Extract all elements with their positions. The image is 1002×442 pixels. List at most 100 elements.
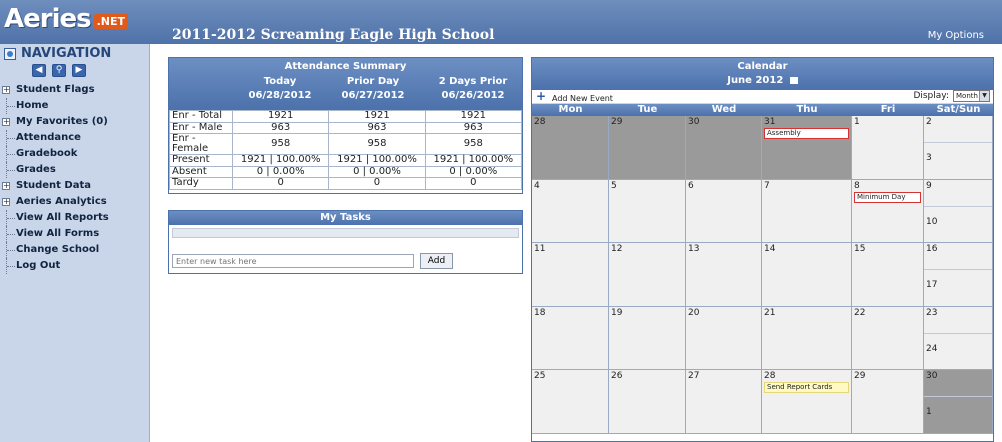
calendar-day-cell[interactable]: 26 [609,370,686,434]
expand-icon[interactable]: + [2,198,10,206]
nav-item-label: View All Forms [16,228,100,239]
calendar-day-cell[interactable]: 8 Minimum Day [852,179,924,243]
nav-item-home[interactable]: Home [0,98,150,114]
day-number: 19 [611,307,623,318]
calendar-day-cell[interactable]: 25 [532,370,609,434]
column-date: 06/27/2012 [341,90,405,101]
expand-icon[interactable]: + [2,182,10,190]
calendar-day-cell[interactable]: 3 [924,142,992,179]
navigation-heading-label: NAVIGATION [21,46,112,61]
weekday-mon: Mon [558,104,583,115]
column-date: 06/28/2012 [248,90,312,101]
calendar-day-cell[interactable]: 10 [924,205,992,242]
calendar-day-cell[interactable]: 1 [852,116,924,180]
day-number: 4 [534,180,540,191]
table-cell: 0 [231,177,330,190]
calendar-day-cell[interactable]: 14 [762,243,852,307]
nav-item-label: Change School [16,244,100,255]
nav-item-aeries-analytics[interactable]: + Aeries Analytics [0,194,150,210]
calendar-day-cell[interactable]: 30 [686,116,762,180]
calendar-day-cell[interactable]: 28 Send Report Cards [762,370,852,434]
nav-item-grades[interactable]: Grades [0,162,150,178]
calendar-day-cell[interactable]: 4 [532,179,609,243]
calendar-day-cell[interactable]: 9 [924,179,992,206]
row-label: Absent [169,165,233,178]
add-task-button[interactable]: Add [420,253,453,269]
display-select[interactable]: Month ▼ [953,90,990,102]
calendar-day-cell[interactable]: 16 [924,243,992,270]
calendar-event[interactable]: Send Report Cards [764,382,849,393]
add-new-event-link[interactable]: Add New Event [552,94,613,103]
calendar-picker-icon[interactable] [789,76,798,84]
calendar-day-cell[interactable]: 28 [532,116,609,180]
calendar-day-cell[interactable]: 5 [609,179,686,243]
calendar-day-cell[interactable]: 21 [762,306,852,370]
calendar-day-cell[interactable]: 15 [852,243,924,307]
calendar-day-cell[interactable]: 20 [686,306,762,370]
calendar-day-cell[interactable]: 24 [924,332,992,369]
table-cell: 0 [424,177,523,190]
aeries-logo[interactable]: Aeries .NET [4,4,129,34]
nav-item-attendance[interactable]: Attendance [0,130,150,146]
calendar-day-cell[interactable]: 27 [686,370,762,434]
nav-item-view-all-reports[interactable]: View All Reports [0,210,150,226]
table-cell: 0 | 0.00% [328,165,426,178]
calendar-day-cell[interactable]: 23 [924,306,992,333]
column-label: Prior Day [346,76,400,87]
display-label: Display: [913,91,949,101]
table-cell: 0 | 0.00% [424,165,523,178]
attendance-table: Enr - Total 1921 1921 1921 Enr - Male 963 963 9… [169,110,523,190]
expand-icon[interactable]: + [2,118,10,126]
new-task-input[interactable] [172,254,414,268]
calendar-event[interactable]: Minimum Day [854,191,921,203]
table-row: Enr - Total 1921 1921 1921 [169,110,523,123]
nav-item-student-flags[interactable]: + Student Flags [0,82,150,98]
my-options-link[interactable]: My Options [928,30,984,41]
calendar-day-cell[interactable]: 18 [532,306,609,370]
attendance-title: Attendance Summary [284,61,407,72]
table-cell: 963 [328,121,426,134]
calendar-day-cell[interactable]: 29 [609,116,686,180]
calendar-day-cell[interactable]: 31 Assembly [762,116,852,180]
calendar-event[interactable]: Assembly [764,128,849,139]
day-number: 29 [854,371,866,381]
row-label: Enr - Female [169,133,233,155]
navigation-list: + Student Flags Home + My Favorites (0) Atten… [0,82,150,274]
weekend-cell: 23 [924,116,993,180]
nav-item-view-all-forms[interactable]: View All Forms [0,226,150,242]
nav-item-label: Student Data [16,180,91,191]
nav-item-gradebook[interactable]: Gradebook [0,146,150,162]
next-icon[interactable]: ▶ [72,64,86,77]
day-number: 29 [611,117,623,127]
nav-item-student-data[interactable]: + Student Data [0,178,150,194]
calendar-day-cell[interactable]: 11 [532,243,609,307]
calendar-day-cell[interactable]: 6 [686,179,762,243]
nav-item-label: Attendance [16,132,81,143]
calendar-day-cell[interactable]: 12 [609,243,686,307]
search-icon[interactable]: ⚲ [52,64,66,77]
weekday-fri: Fri [880,104,896,115]
previous-icon[interactable]: ◀ [32,64,46,77]
calendar-day-cell[interactable]: 30 [924,370,992,397]
nav-item-my-favorites-0[interactable]: + My Favorites (0) [0,114,150,130]
display-select-value: Month [956,92,978,100]
calendar-day-cell[interactable]: 17 [924,269,992,306]
expand-icon[interactable]: + [2,86,10,94]
calendar-day-cell[interactable]: 19 [609,306,686,370]
calendar-day-cell[interactable]: 13 [686,243,762,307]
add-event-icon[interactable]: + [536,90,546,102]
calendar-grid: 28 29 30 31 Assembly 1 2 3 4 5 6 7 8 Minimum Day 9 10 11… [532,116,993,434]
weekday-tue: Tue [637,104,658,115]
calendar-day-cell[interactable]: 1 [924,396,992,433]
nav-item-log-out[interactable]: Log Out [0,258,150,274]
table-cell: 0 | 0.00% [231,165,330,178]
navigation-sidebar: NAVIGATION ◀ ⚲ ▶ + Student Flags Home + My F… [0,44,150,442]
nav-item-change-school[interactable]: Change School [0,242,150,258]
calendar-day-cell[interactable]: 29 [852,370,924,434]
table-cell: 1921 [328,110,426,123]
calendar-day-cell[interactable]: 7 [762,179,852,243]
logo-text: Aeries [4,4,92,34]
calendar-day-cell[interactable]: 2 [924,116,992,143]
calendar-day-cell[interactable]: 22 [852,306,924,370]
day-number: 27 [688,371,700,381]
